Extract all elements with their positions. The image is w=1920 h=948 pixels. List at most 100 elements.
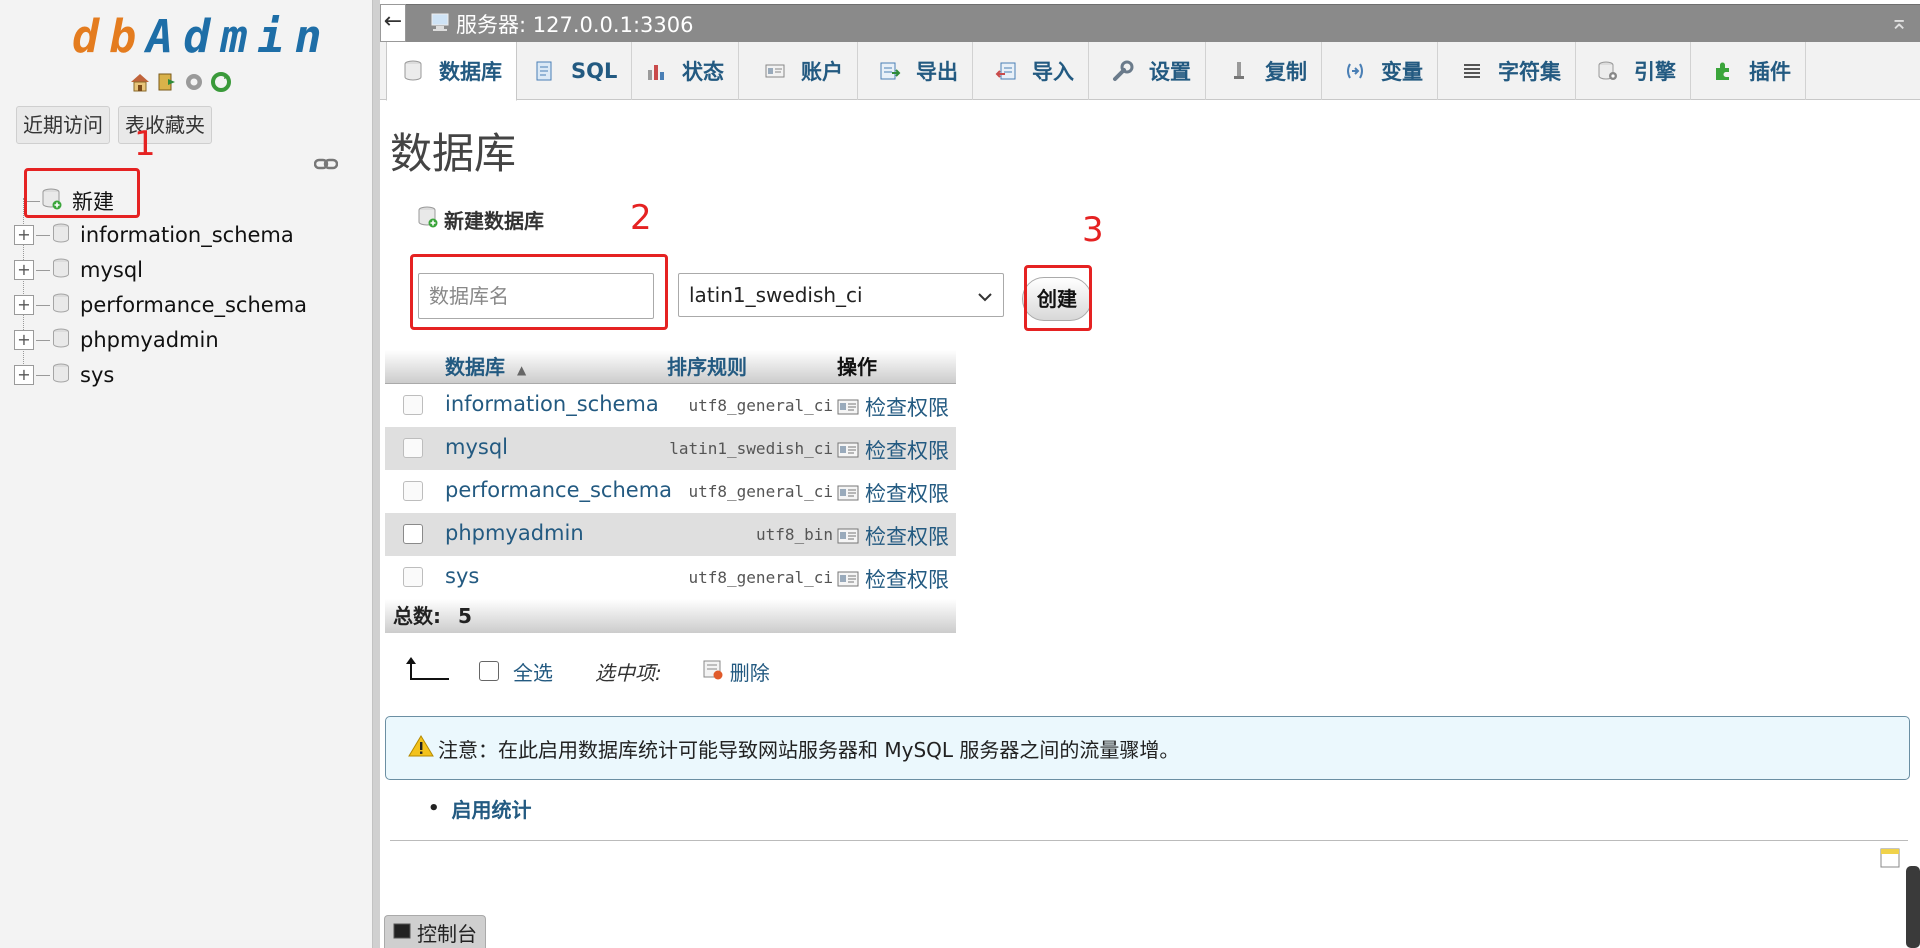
create-database-heading-text: 新建数据库 [444, 209, 544, 233]
collation-value: utf8_general_ci [688, 482, 834, 501]
database-link[interactable]: performance_schema [445, 478, 672, 502]
select-all-checkbox[interactable] [479, 661, 499, 681]
bulk-actions-bar: 全选 选中项: 删除 [405, 654, 770, 688]
tab-accounts[interactable]: 账户 [749, 42, 858, 100]
total-count: 5 [457, 604, 472, 628]
tab-replication[interactable]: 复制 [1213, 42, 1322, 100]
check-privileges-link[interactable]: 检查权限 [837, 521, 949, 551]
page-scroll-indicator[interactable] [1906, 866, 1920, 948]
expand-icon[interactable]: + [14, 225, 34, 245]
select-all-label[interactable]: 全选 [513, 657, 553, 686]
collapse-top-icon[interactable]: ⌅ [1890, 10, 1908, 35]
row-checkbox[interactable] [403, 481, 423, 501]
tab-label: SQL [571, 59, 618, 83]
tab-variables[interactable]: 变量 [1329, 42, 1438, 100]
delete-button[interactable]: 删除 [730, 657, 770, 686]
accounts-icon [763, 59, 787, 83]
check-privileges-link[interactable]: 检查权限 [837, 564, 949, 594]
server-breadcrumb-link[interactable]: 服务器: 127.0.0.1:3306 [456, 9, 693, 39]
database-icon [52, 328, 70, 352]
collation-value: utf8_general_ci [688, 568, 834, 587]
tab-engines[interactable]: 引擎 [1582, 42, 1691, 100]
tab-charsets[interactable]: 字符集 [1446, 42, 1576, 100]
tree-item-mysql[interactable]: + mysql [14, 253, 143, 287]
column-header-database-label: 数据库 [445, 355, 505, 379]
tab-databases[interactable]: 数据库 [386, 42, 517, 101]
privileges-icon [837, 485, 859, 501]
tab-label: 复制 [1265, 60, 1307, 84]
tab-plugins[interactable]: 插件 [1697, 42, 1806, 100]
gear-icon[interactable] [182, 70, 206, 94]
note-icon[interactable] [1880, 848, 1900, 868]
tab-sql[interactable]: SQL [519, 42, 633, 100]
table-row: phpmyadmin utf8_bin 检查权限 [385, 513, 956, 556]
privileges-icon [837, 528, 859, 544]
bullet-icon: • [428, 798, 440, 819]
row-checkbox[interactable] [403, 567, 423, 587]
collapse-sidebar-button[interactable]: ← [380, 4, 406, 42]
tab-import[interactable]: 导入 [980, 42, 1089, 100]
tree-item-phpmyadmin[interactable]: + phpmyadmin [14, 323, 219, 357]
collation-value: utf8_bin [755, 525, 833, 544]
total-label: 总数: [393, 604, 441, 628]
database-link[interactable]: phpmyadmin [445, 521, 584, 545]
tab-label: 插件 [1749, 60, 1791, 84]
column-header-database[interactable]: 数据库 ▲ [445, 350, 526, 384]
tab-label: 变量 [1381, 60, 1423, 84]
tab-label: 状态 [682, 60, 724, 84]
chevron-down-icon [977, 283, 993, 307]
check-privileges-link[interactable]: 检查权限 [837, 392, 949, 422]
tree-item-label[interactable]: performance_schema [80, 293, 307, 317]
check-privileges-link[interactable]: 检查权限 [837, 435, 949, 465]
tree-item-label[interactable]: phpmyadmin [80, 328, 219, 352]
home-icon[interactable] [128, 70, 152, 94]
row-checkbox[interactable] [403, 438, 423, 458]
tree-item-sys[interactable]: + sys [14, 358, 114, 392]
replication-icon [1227, 59, 1251, 83]
expand-icon[interactable]: + [14, 260, 34, 280]
table-header: 数据库 ▲ 排序规则 操作 [385, 350, 956, 384]
tab-settings[interactable]: 设置 [1097, 42, 1206, 100]
privileges-icon [837, 442, 859, 458]
row-checkbox[interactable] [403, 524, 423, 544]
exit-icon[interactable] [155, 70, 179, 94]
tab-label: 设置 [1149, 60, 1191, 84]
expand-icon[interactable]: + [14, 330, 34, 350]
database-link[interactable]: sys [445, 564, 479, 588]
notice-text: 注意：在此启用数据库统计可能导致网站服务器和 MySQL 服务器之间的流量骤增。 [438, 737, 1180, 762]
tab-label: 导入 [1032, 60, 1074, 84]
check-privileges-label: 检查权限 [865, 396, 949, 420]
tree-item-label[interactable]: information_schema [80, 223, 294, 247]
console-label: 控制台 [417, 921, 477, 946]
database-link[interactable]: information_schema [445, 392, 659, 416]
reload-icon[interactable] [209, 70, 233, 94]
collation-selected-value: latin1_swedish_ci [689, 283, 863, 307]
database-link[interactable]: mysql [445, 435, 508, 459]
console-toggle[interactable]: 控制台 [384, 915, 486, 948]
arrow-up-left-icon [405, 655, 451, 688]
tab-export[interactable]: 导出 [864, 42, 973, 100]
privileges-icon [837, 399, 859, 415]
app-logo[interactable]: dbAdmin [72, 10, 332, 63]
expand-icon[interactable]: + [14, 365, 34, 385]
check-privileges-label: 检查权限 [865, 525, 949, 549]
tree-item-information-schema[interactable]: + information_schema [14, 218, 294, 252]
wrench-icon [1111, 59, 1135, 83]
tree-item-label[interactable]: sys [80, 363, 114, 387]
table-row: performance_schema utf8_general_ci 检查权限 [385, 470, 956, 513]
sidebar-resizer[interactable] [372, 0, 380, 948]
sort-ascending-icon: ▲ [517, 363, 527, 377]
column-header-collation[interactable]: 排序规则 [667, 350, 747, 384]
tab-status[interactable]: 状态 [630, 42, 739, 100]
sql-icon [533, 59, 557, 83]
enable-statistics-link[interactable]: • 启用统计 [428, 794, 532, 823]
collation-select[interactable]: latin1_swedish_ci [678, 273, 1004, 317]
recent-tables-tab[interactable]: 近期访问 [16, 106, 110, 144]
tree-item-performance-schema[interactable]: + performance_schema [14, 288, 307, 322]
check-privileges-link[interactable]: 检查权限 [837, 478, 949, 508]
tree-item-label[interactable]: mysql [80, 258, 143, 282]
link-with-main-panel-icon[interactable] [314, 157, 338, 171]
row-checkbox[interactable] [403, 395, 423, 415]
expand-icon[interactable]: + [14, 295, 34, 315]
favorite-tables-tab[interactable]: 表收藏夹 [118, 106, 212, 144]
